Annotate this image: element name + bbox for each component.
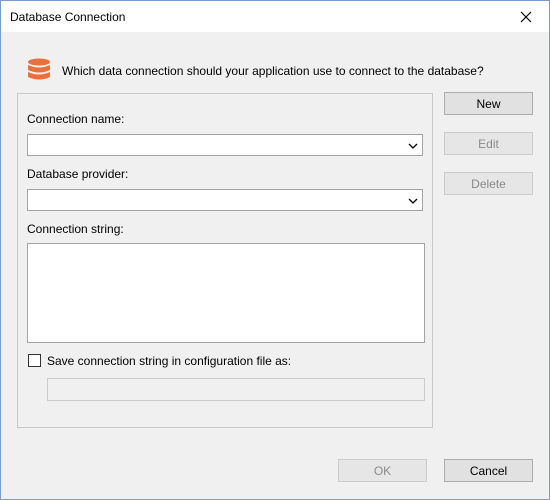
window-title: Database Connection: [10, 10, 126, 24]
database-connection-dialog: Database Connection Which data connectio…: [0, 0, 550, 500]
close-icon: [520, 11, 532, 22]
title-bar: Database Connection: [1, 1, 549, 32]
delete-button[interactable]: Delete: [444, 172, 533, 195]
close-button[interactable]: [503, 1, 549, 32]
connection-name-label: Connection name:: [27, 112, 125, 126]
chevron-down-icon: [408, 143, 418, 149]
ok-button[interactable]: OK: [338, 459, 427, 482]
connection-settings-group: Connection name: Database provider: Conn…: [17, 93, 433, 428]
config-name-input: [47, 378, 425, 401]
database-icon: [28, 58, 50, 80]
database-provider-label: Database provider:: [27, 167, 129, 181]
chevron-down-icon: [408, 198, 418, 204]
connection-name-combobox[interactable]: [27, 134, 423, 156]
prompt-question: Which data connection should your applic…: [62, 64, 484, 78]
database-provider-combobox[interactable]: [27, 189, 423, 211]
save-connection-string-checkbox[interactable]: [28, 354, 41, 367]
edit-button[interactable]: Edit: [444, 132, 533, 155]
new-button[interactable]: New: [444, 92, 533, 115]
connection-string-textarea[interactable]: [27, 243, 425, 343]
cancel-button[interactable]: Cancel: [444, 459, 533, 482]
connection-string-label: Connection string:: [27, 222, 124, 236]
save-connection-string-label[interactable]: Save connection string in configuration …: [47, 354, 291, 368]
